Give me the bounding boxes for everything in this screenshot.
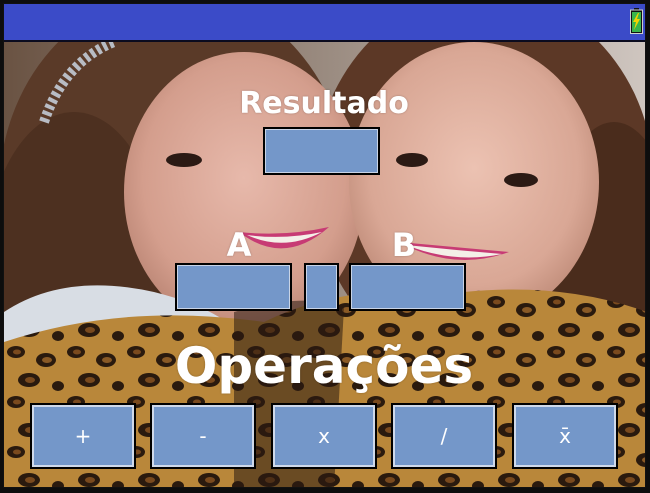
- multiply-button[interactable]: x: [271, 403, 377, 469]
- operations-title: Operações: [174, 337, 474, 395]
- result-field: [263, 127, 380, 175]
- divide-button[interactable]: /: [391, 403, 497, 469]
- operand-a-label: A: [226, 226, 252, 264]
- app-window: Resultado A B Operações + - x / x̄: [3, 3, 646, 488]
- title-bar: [4, 4, 645, 42]
- operand-a-input[interactable]: [175, 263, 292, 311]
- add-button[interactable]: +: [30, 403, 136, 469]
- operator-field: [304, 263, 339, 311]
- operand-b-label: B: [391, 226, 417, 264]
- result-label: Resultado: [239, 86, 409, 121]
- mean-button[interactable]: x̄: [512, 403, 618, 469]
- battery-icon: [630, 8, 643, 34]
- operand-b-input[interactable]: [349, 263, 466, 311]
- subtract-button[interactable]: -: [150, 403, 256, 469]
